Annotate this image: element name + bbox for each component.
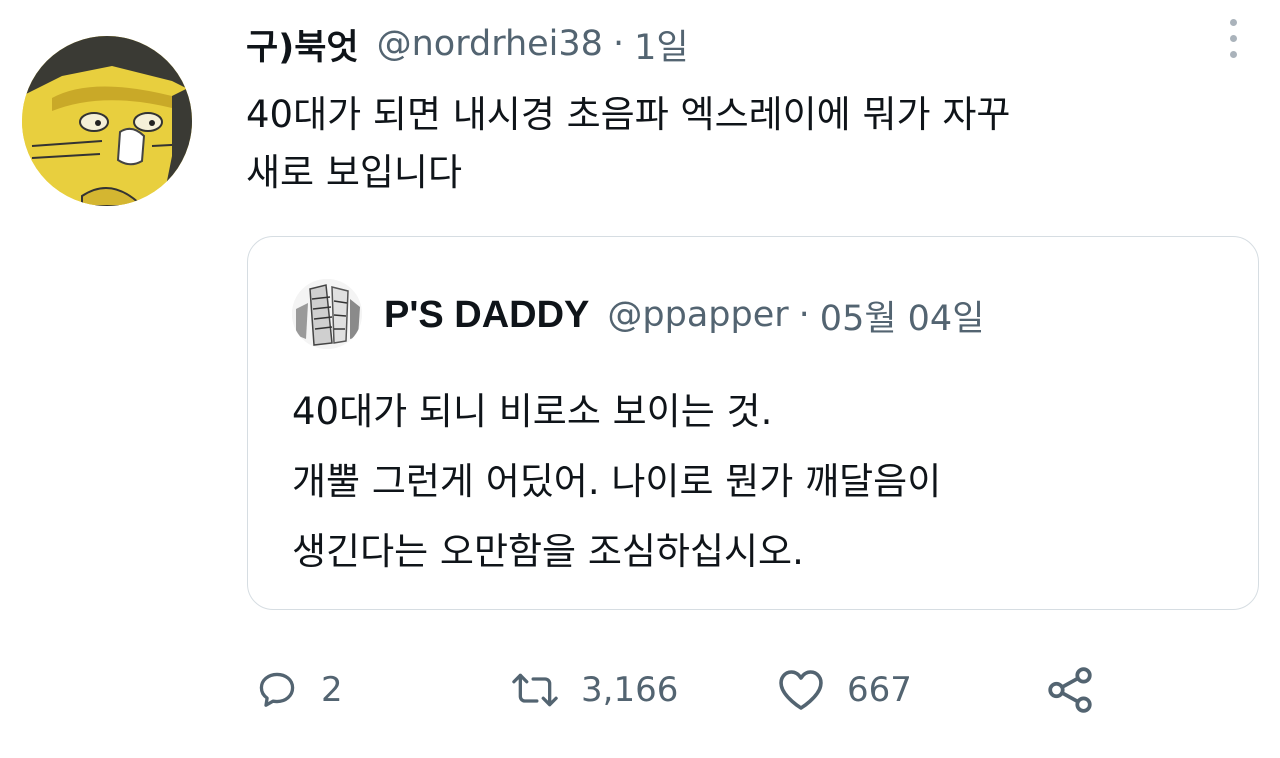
tweet-text-line: 새로 보입니다 <box>246 151 463 194</box>
quoted-tweet-header: P'S DADDY @ppapper · 05월 04일 <box>384 285 984 345</box>
quoted-text-line: 40대가 되니 비로소 보이는 것. <box>292 390 773 433</box>
cat-avatar-image <box>22 36 192 206</box>
separator-dot: · <box>612 24 625 64</box>
quoted-timestamp[interactable]: 05월 04일 <box>820 290 985 341</box>
reply-count: 2 <box>321 670 343 710</box>
like-count: 667 <box>847 670 912 710</box>
reply-button[interactable]: 2 <box>255 660 343 720</box>
user-handle[interactable]: @nordrhei38 <box>377 24 603 64</box>
tweet-text: 40대가 되면 내시경 초음파 엑스레이에 뭐가 자꾸 새로 보입니다 <box>246 86 1256 202</box>
sketch-avatar-image <box>292 279 362 349</box>
separator-dot: · <box>798 295 810 335</box>
tweet-text-line: 40대가 되면 내시경 초음파 엑스레이에 뭐가 자꾸 <box>246 93 1011 136</box>
quoted-user-avatar[interactable] <box>292 279 362 349</box>
quoted-display-name[interactable]: P'S DADDY <box>384 294 589 337</box>
retweet-button[interactable]: 3,166 <box>511 660 678 720</box>
tweet-header: 구)북엇 @nordrhei38 · 1일 <box>246 14 689 74</box>
quoted-text-line: 생긴다는 오만함을 조심하십시오. <box>292 530 804 573</box>
quoted-user-handle[interactable]: @ppapper <box>607 295 788 335</box>
like-button[interactable]: 667 <box>777 660 912 720</box>
user-avatar[interactable] <box>22 36 192 206</box>
share-icon <box>1048 667 1092 713</box>
timestamp[interactable]: 1일 <box>634 19 688 70</box>
reply-icon <box>259 672 295 707</box>
action-bar: 2 3,166 667 <box>255 660 1255 720</box>
quoted-tweet-card[interactable]: P'S DADDY @ppapper · 05월 04일 40대가 되니 비로소… <box>247 236 1259 610</box>
retweet-count: 3,166 <box>581 670 679 710</box>
quoted-text-line: 개뿔 그런게 어딨어. 나이로 뭔가 깨달음이 <box>292 460 942 503</box>
more-options-icon[interactable] <box>1218 14 1248 62</box>
display-name[interactable]: 구)북엇 <box>246 19 359 70</box>
quoted-tweet-text: 40대가 되니 비로소 보이는 것. 개뿔 그런게 어딨어. 나이로 뭔가 깨달… <box>292 377 1232 587</box>
heart-icon <box>779 670 823 710</box>
retweet-icon <box>512 673 558 707</box>
share-button[interactable] <box>1045 660 1095 720</box>
